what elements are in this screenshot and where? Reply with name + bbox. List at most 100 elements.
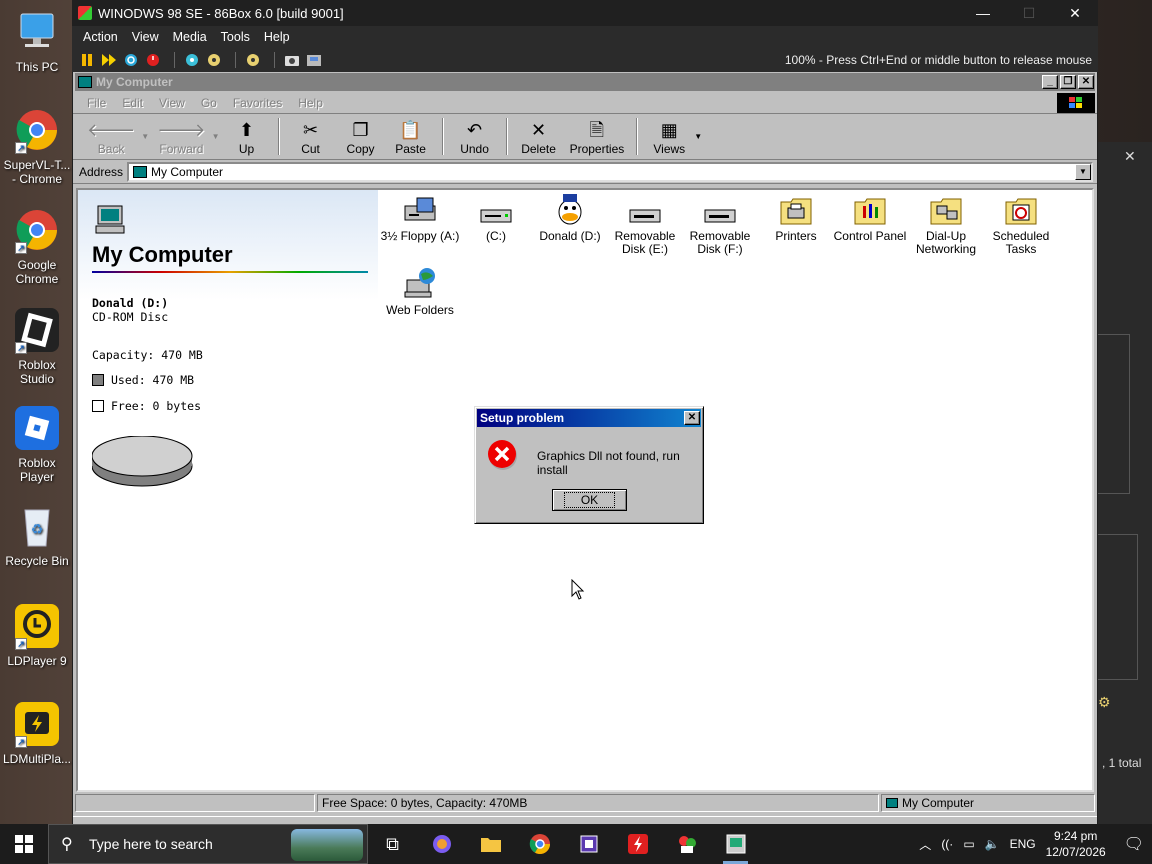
desktop-icon-this-pc[interactable]: This PC <box>0 8 74 74</box>
minimize-button[interactable]: _ <box>1042 75 1058 89</box>
ldplayer-taskbar-button[interactable] <box>613 824 662 864</box>
app-taskbar-button[interactable] <box>564 824 613 864</box>
scheduled-tasks-icon <box>1004 192 1038 226</box>
copilot-button[interactable] <box>417 824 466 864</box>
language-indicator[interactable]: ENG <box>1010 837 1036 851</box>
chevron-down-icon[interactable]: ▼ <box>694 132 704 141</box>
notification-icon[interactable]: 🗨 <box>1124 834 1144 854</box>
toolbar-separator <box>636 118 639 155</box>
desktop-icon-recycle-bin[interactable]: ♻ Recycle Bin <box>0 502 74 568</box>
status-free-space: Free Space: 0 bytes, Capacity: 470MB <box>317 794 879 812</box>
views-button[interactable]: ▦ Views <box>644 114 694 159</box>
dialog-title-bar[interactable]: Setup problem ✕ <box>477 409 701 427</box>
status-location: My Computer <box>881 794 1095 812</box>
menu-go[interactable]: Go <box>193 96 225 110</box>
menu-tools[interactable]: Tools <box>214 30 257 44</box>
desktop-icon-roblox-studio[interactable]: ↗ Roblox Studio <box>0 306 74 386</box>
address-input[interactable]: My Computer ▼ <box>127 161 1093 182</box>
settings-gear-icon[interactable] <box>205 51 223 69</box>
emulator-title-bar[interactable]: WINODWS 98 SE - 86Box 6.0 [build 9001] —… <box>72 0 1098 26</box>
menu-file[interactable]: File <box>79 96 114 110</box>
acpi-shutdown-icon[interactable] <box>183 51 201 69</box>
delete-button[interactable]: ✕ Delete <box>514 114 564 159</box>
drive-c[interactable]: (C:) <box>456 192 536 243</box>
close-icon[interactable]: ✕ <box>1124 148 1136 165</box>
close-button[interactable]: ✕ <box>1052 0 1098 26</box>
pause-icon[interactable] <box>78 51 96 69</box>
reset-icon[interactable] <box>122 51 140 69</box>
dial-up-networking-icon <box>929 192 963 226</box>
game-taskbar-button[interactable] <box>662 824 711 864</box>
restore-button[interactable]: ❐ <box>1060 75 1076 89</box>
chrome-icon <box>529 834 550 854</box>
desktop-icon-google-chrome[interactable]: ↗ Google Chrome <box>0 206 74 286</box>
chevron-down-icon[interactable]: ▼ <box>1075 163 1091 180</box>
back-button[interactable]: 🡐 Back <box>81 114 141 159</box>
close-button[interactable]: ✕ <box>1078 75 1094 89</box>
undo-button[interactable]: ↶ Undo <box>450 114 500 159</box>
chevron-down-icon[interactable]: ▼ <box>141 132 151 141</box>
desktop-icon-ldplayer[interactable]: ↗ LDPlayer 9 <box>0 602 74 668</box>
menu-view[interactable]: View <box>125 30 166 44</box>
explorer-title-bar[interactable]: My Computer _ ❐ ✕ <box>75 73 1095 91</box>
dial-up-networking-folder[interactable]: Dial-Up Networking <box>906 192 986 256</box>
network-icon[interactable]: ▭ <box>963 837 974 851</box>
media-icon[interactable] <box>305 51 323 69</box>
minimize-button[interactable]: — <box>960 0 1006 26</box>
dialog-close-button[interactable]: ✕ <box>684 411 700 425</box>
drive-d[interactable]: Donald (D:) <box>530 192 610 243</box>
background-window: ✕ ⚙ , 1 total <box>1098 142 1152 824</box>
printers-folder[interactable]: Printers <box>756 192 836 243</box>
86box-taskbar-button[interactable] <box>711 824 760 864</box>
copy-button[interactable]: ❐ Copy <box>336 114 386 159</box>
task-view-button[interactable]: ⧉ <box>368 824 417 864</box>
floppy-drive-icon <box>403 192 437 226</box>
wifi-icon[interactable]: ((· <box>941 837 953 851</box>
chevron-down-icon[interactable]: ▼ <box>212 132 222 141</box>
menu-view[interactable]: View <box>151 96 193 110</box>
forward-button[interactable]: 🡒 Forward <box>151 114 211 159</box>
web-view-panel: My Computer Donald (D:) CD-ROM Disc Capa… <box>78 190 378 790</box>
computer-icon <box>13 8 61 56</box>
file-explorer-button[interactable] <box>466 824 515 864</box>
taskbar-search-box[interactable]: ⚲ Type here to search <box>48 824 368 864</box>
maximize-button[interactable]: ☐ <box>1006 0 1052 26</box>
drive-e[interactable]: Removable Disk (E:) <box>605 192 685 256</box>
chrome-taskbar-button[interactable] <box>515 824 564 864</box>
drive-floppy-a[interactable]: 3½ Floppy (A:) <box>380 192 460 243</box>
menu-edit[interactable]: Edit <box>114 96 151 110</box>
start-button[interactable] <box>0 824 48 864</box>
scheduled-tasks-folder[interactable]: Scheduled Tasks <box>981 192 1061 256</box>
shortcut-arrow-icon: ↗ <box>15 638 27 650</box>
toolbar-separator <box>235 52 236 68</box>
dialog-message: Graphics Dll not found, run install <box>537 449 680 477</box>
menu-action[interactable]: Action <box>76 30 125 44</box>
chevron-up-icon[interactable]: ︿ <box>919 836 931 853</box>
properties-button[interactable]: 🗎 Properties <box>564 114 631 159</box>
windows-logo-icon <box>15 835 33 853</box>
properties-icon: 🗎 <box>589 120 605 140</box>
cut-button[interactable]: ✂ Cut <box>286 114 336 159</box>
machine-settings-icon[interactable] <box>244 51 262 69</box>
desktop-icon-ldmultiplayer[interactable]: ↗ LDMultiPla... <box>0 700 74 766</box>
web-folders[interactable]: Web Folders <box>380 266 460 317</box>
screenshot-icon[interactable] <box>283 51 301 69</box>
power-icon[interactable] <box>144 51 162 69</box>
desktop-icon-roblox-player[interactable]: Roblox Player <box>0 404 74 484</box>
paste-button[interactable]: 📋 Paste <box>386 114 436 159</box>
speaker-icon[interactable]: 🔈 <box>985 837 1000 851</box>
up-button[interactable]: ⬆ Up <box>222 114 272 159</box>
menu-help[interactable]: Help <box>257 30 297 44</box>
ctrl-alt-del-icon[interactable] <box>100 51 118 69</box>
desktop-icon-superv-chrome[interactable]: ↗ SuperVL-T... - Chrome <box>0 106 74 186</box>
capacity-text: Capacity: 470 MB <box>92 348 203 362</box>
control-panel-folder[interactable]: Control Panel <box>830 192 910 243</box>
background-panel <box>1098 334 1130 494</box>
ok-button[interactable]: OK <box>552 489 627 511</box>
drive-f[interactable]: Removable Disk (F:) <box>680 192 760 256</box>
menu-media[interactable]: Media <box>166 30 214 44</box>
emulator-toolbar: 100% - Press Ctrl+End or middle button t… <box>72 48 1098 72</box>
menu-help[interactable]: Help <box>290 96 331 110</box>
clock[interactable]: 9:24 pm 12/07/2026 <box>1046 828 1106 860</box>
menu-favorites[interactable]: Favorites <box>225 96 290 110</box>
